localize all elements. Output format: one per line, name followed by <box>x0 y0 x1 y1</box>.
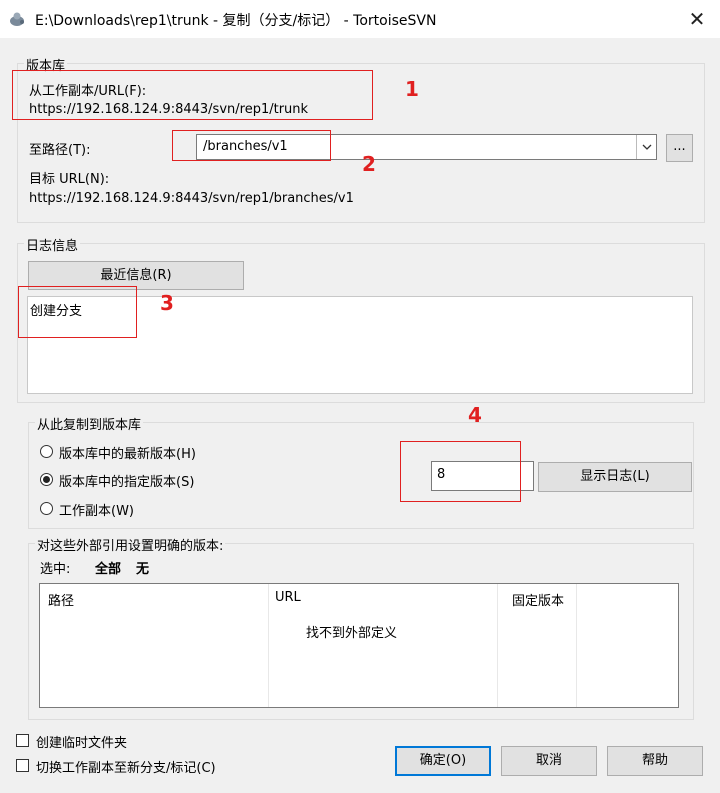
column-divider <box>268 584 269 707</box>
checkbox-label: 创建临时文件夹 <box>36 736 128 751</box>
log-message-group-label: 日志信息 <box>24 235 81 254</box>
tortoisesvn-app-icon <box>8 10 26 28</box>
target-url-value: https://192.168.124.9:8443/svn/rep1/bran… <box>29 191 354 206</box>
checkbox[interactable] <box>16 734 29 747</box>
browse-button[interactable]: ... <box>666 134 693 162</box>
column-divider <box>576 584 577 707</box>
cancel-button[interactable]: 取消 <box>501 746 597 776</box>
column-header-path[interactable]: 路径 <box>48 590 74 609</box>
radio-label: 版本库中的最新版本(H) <box>59 447 196 462</box>
externals-list[interactable]: 路径 URL 固定版本 找不到外部定义 <box>39 583 679 708</box>
radio-head-revision[interactable]: 版本库中的最新版本(H) <box>38 443 238 462</box>
window-title: E:\Downloads\rep1\trunk - 复制（分支/标记） - To… <box>35 13 437 29</box>
select-label: 选中: <box>40 562 71 577</box>
annotation-box-4 <box>400 441 521 502</box>
annotation-number-1: 1 <box>405 77 419 101</box>
switch-working-copy-checkbox[interactable]: 切换工作副本至新分支/标记(C) <box>16 757 256 776</box>
empty-list-message: 找不到外部定义 <box>306 626 398 641</box>
select-none-link[interactable]: 无 <box>136 558 149 577</box>
annotation-number-4: 4 <box>468 403 482 427</box>
annotation-box-1 <box>12 70 373 120</box>
to-path-label: 至路径(T): <box>29 143 91 158</box>
radio-label: 版本库中的指定版本(S) <box>59 475 195 490</box>
column-header-pinned-revision[interactable]: 固定版本 <box>512 590 564 609</box>
column-header-url[interactable]: URL <box>275 590 301 605</box>
annotation-box-3 <box>18 286 137 338</box>
annotation-box-2 <box>172 130 331 161</box>
show-log-button[interactable]: 显示日志(L) <box>538 462 692 492</box>
radio-button-selected[interactable] <box>40 473 53 486</box>
create-intermediate-folders-checkbox[interactable]: 创建临时文件夹 <box>16 732 156 751</box>
copy-source-group-label: 从此复制到版本库 <box>35 414 144 433</box>
chevron-down-icon[interactable] <box>636 135 657 159</box>
column-divider <box>497 584 498 707</box>
radio-button[interactable] <box>40 502 53 515</box>
externals-group-label: 对这些外部引用设置明确的版本: <box>35 535 226 554</box>
radio-working-copy[interactable]: 工作副本(W) <box>38 500 238 519</box>
checkbox[interactable] <box>16 759 29 772</box>
radio-label: 工作副本(W) <box>59 504 134 519</box>
radio-button[interactable] <box>40 445 53 458</box>
ok-button[interactable]: 确定(O) <box>395 746 491 776</box>
radio-specific-revision[interactable]: 版本库中的指定版本(S) <box>38 471 238 490</box>
annotation-number-2: 2 <box>362 152 376 176</box>
checkbox-label: 切换工作副本至新分支/标记(C) <box>36 761 216 776</box>
target-url-label: 目标 URL(N): <box>29 172 110 187</box>
close-icon[interactable]: ✕ <box>684 6 710 32</box>
select-all-link[interactable]: 全部 <box>95 558 121 577</box>
help-button[interactable]: 帮助 <box>607 746 703 776</box>
annotation-number-3: 3 <box>160 291 174 315</box>
